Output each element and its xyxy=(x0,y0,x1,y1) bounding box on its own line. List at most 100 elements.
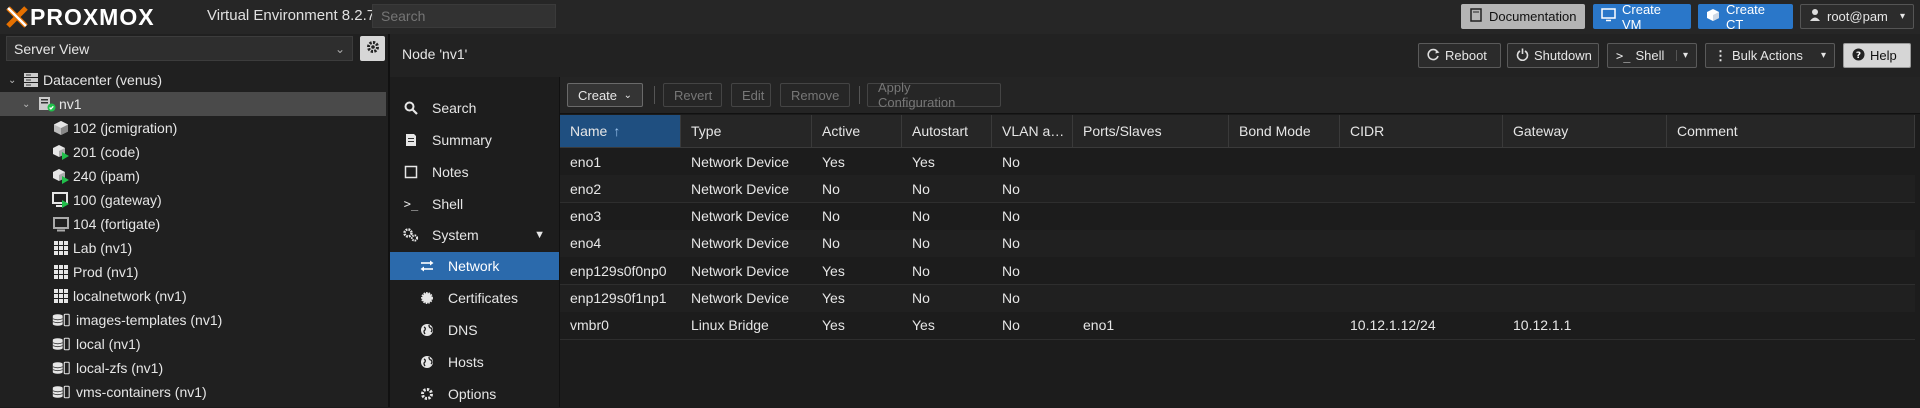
nav-item-dns[interactable]: DNS xyxy=(390,316,559,344)
nav-item-shell[interactable]: >_ Shell xyxy=(390,190,559,218)
chevron-down-icon: ⌄ xyxy=(334,41,345,56)
notes-icon xyxy=(402,165,420,179)
chevron-down-icon[interactable]: ⌄ xyxy=(8,75,16,86)
documentation-label: Documentation xyxy=(1489,9,1577,24)
tree-item[interactable]: 240 (ipam) xyxy=(0,164,386,188)
nav-item-label: Search xyxy=(432,100,477,116)
tree-item-label: local-zfs (nv1) xyxy=(76,360,164,376)
table-cell: Yes xyxy=(912,317,935,334)
user-menu-button[interactable]: root@pam ▾ xyxy=(1800,4,1914,29)
view-selector[interactable]: Server View ⌄ xyxy=(6,36,353,61)
nav-item-certificates[interactable]: Certificates xyxy=(390,284,559,312)
remove-button[interactable]: Remove xyxy=(780,83,850,107)
nav-item-system[interactable]: System ▼ xyxy=(390,221,559,249)
create-button[interactable]: Create ⌄ xyxy=(567,83,643,107)
revert-button[interactable]: Revert xyxy=(663,83,722,107)
create-ct-button[interactable]: Create CT xyxy=(1698,2,1793,32)
chevron-down-icon[interactable]: ▾ xyxy=(1675,50,1688,61)
table-cell: No xyxy=(822,180,840,197)
container-running-icon xyxy=(52,144,70,160)
nav-item-hosts[interactable]: Hosts xyxy=(390,348,559,376)
view-selector-value: Server View xyxy=(14,40,90,57)
column-header[interactable]: Ports/Slaves xyxy=(1073,115,1229,147)
tree-item[interactable]: Lab (nv1) xyxy=(0,236,386,260)
shell-label: Shell xyxy=(1635,48,1665,63)
tree-item[interactable]: Prod (nv1) xyxy=(0,260,386,284)
tree-item[interactable]: 100 (gateway) xyxy=(0,188,386,212)
proxmox-logo[interactable]: PROXMOX xyxy=(6,3,155,31)
column-header[interactable]: Gateway xyxy=(1503,115,1667,147)
tree-item[interactable]: localnetwork (nv1) xyxy=(0,284,386,308)
globe-icon xyxy=(418,323,436,337)
table-cell xyxy=(1229,230,1340,257)
table-cell: Network Device xyxy=(691,180,790,197)
column-header[interactable]: Comment xyxy=(1667,115,1915,147)
nav-item-search[interactable]: Search xyxy=(390,94,559,122)
reboot-button[interactable]: Reboot xyxy=(1418,43,1501,68)
tree-item[interactable]: images-templates (nv1) xyxy=(0,308,386,332)
table-cell: No xyxy=(1002,235,1020,252)
column-header[interactable]: Bond Mode xyxy=(1229,115,1340,147)
nav-item-label: Certificates xyxy=(448,290,519,306)
table-cell xyxy=(1229,148,1340,175)
tree-item[interactable]: ⌄ nv1 xyxy=(0,92,386,116)
table-cell: No xyxy=(912,262,930,279)
globe-icon xyxy=(418,355,436,369)
table-cell: enp129s0f1np1 xyxy=(570,290,667,306)
table-cell xyxy=(1340,285,1503,312)
table-cell xyxy=(1340,230,1503,257)
help-icon: ? xyxy=(1852,48,1865,64)
table-cell xyxy=(1229,312,1340,339)
nav-item-label: Shell xyxy=(432,196,464,212)
edit-label: Edit xyxy=(742,87,765,103)
apply-configuration-button[interactable]: Apply Configuration xyxy=(867,80,1001,110)
tree-item[interactable]: vms-containers (nv1) xyxy=(0,380,386,404)
tree-item[interactable]: ⌄ Datacenter (venus) xyxy=(0,68,386,92)
table-cell xyxy=(1073,230,1229,257)
tree-item[interactable]: 201 (code) xyxy=(0,140,386,164)
documentation-button[interactable]: Documentation xyxy=(1461,4,1585,29)
column-header[interactable]: VLAN a… xyxy=(992,115,1073,147)
edit-button[interactable]: Edit xyxy=(731,83,771,107)
help-button[interactable]: ? Help xyxy=(1843,43,1911,68)
cube-icon xyxy=(1706,8,1720,25)
table-cell: Network Device xyxy=(691,208,790,225)
column-header[interactable]: Name ↑ xyxy=(560,115,681,147)
table-cell xyxy=(1667,230,1915,257)
nav-item-notes[interactable]: Notes xyxy=(390,158,559,186)
version-label: Virtual Environment 8.2.7 xyxy=(207,7,376,24)
chevron-down-icon[interactable]: ⌄ xyxy=(22,99,30,110)
column-header-label: Comment xyxy=(1677,123,1738,139)
nav-item-label: Options xyxy=(448,386,497,402)
tree-item-label: 201 (code) xyxy=(73,144,140,160)
tree-settings-button[interactable] xyxy=(360,36,385,61)
search-input[interactable] xyxy=(372,4,556,28)
gear-icon xyxy=(366,40,380,57)
caret-down-icon[interactable]: ▼ xyxy=(534,229,545,241)
tree-item[interactable]: local (nv1) xyxy=(0,332,386,356)
nav-item-options[interactable]: Options xyxy=(390,380,559,408)
shell-button[interactable]: >_ Shell ▾ xyxy=(1607,43,1697,68)
table-cell: Network Device xyxy=(691,153,790,170)
bulk-actions-button[interactable]: ⋮ Bulk Actions ▾ xyxy=(1705,43,1835,68)
table-cell xyxy=(1503,285,1667,312)
tree-item[interactable]: local-zfs (nv1) xyxy=(0,356,386,380)
container-running-icon xyxy=(52,168,70,184)
column-header[interactable]: Autostart xyxy=(902,115,992,147)
table-cell xyxy=(1503,203,1667,230)
nav-item-network[interactable]: Network xyxy=(390,252,559,280)
node-icon xyxy=(38,96,56,112)
nav-item-summary[interactable]: Summary xyxy=(390,126,559,154)
column-header[interactable]: Active xyxy=(812,115,902,147)
table-cell: vmbr0 xyxy=(570,317,609,334)
bulk-actions-label: Bulk Actions xyxy=(1732,48,1803,63)
tree-item[interactable]: 102 (jcmigration) xyxy=(0,116,386,140)
column-header[interactable]: Type xyxy=(681,115,812,147)
tree-item[interactable]: 104 (fortigate) xyxy=(0,212,386,236)
tree-item-label: 240 (ipam) xyxy=(73,168,140,184)
storage-icon xyxy=(52,360,70,376)
shutdown-button[interactable]: Shutdown xyxy=(1507,43,1599,68)
column-header[interactable]: CIDR xyxy=(1340,115,1503,147)
create-vm-button[interactable]: Create VM xyxy=(1593,2,1691,32)
table-cell: Linux Bridge xyxy=(691,317,769,334)
